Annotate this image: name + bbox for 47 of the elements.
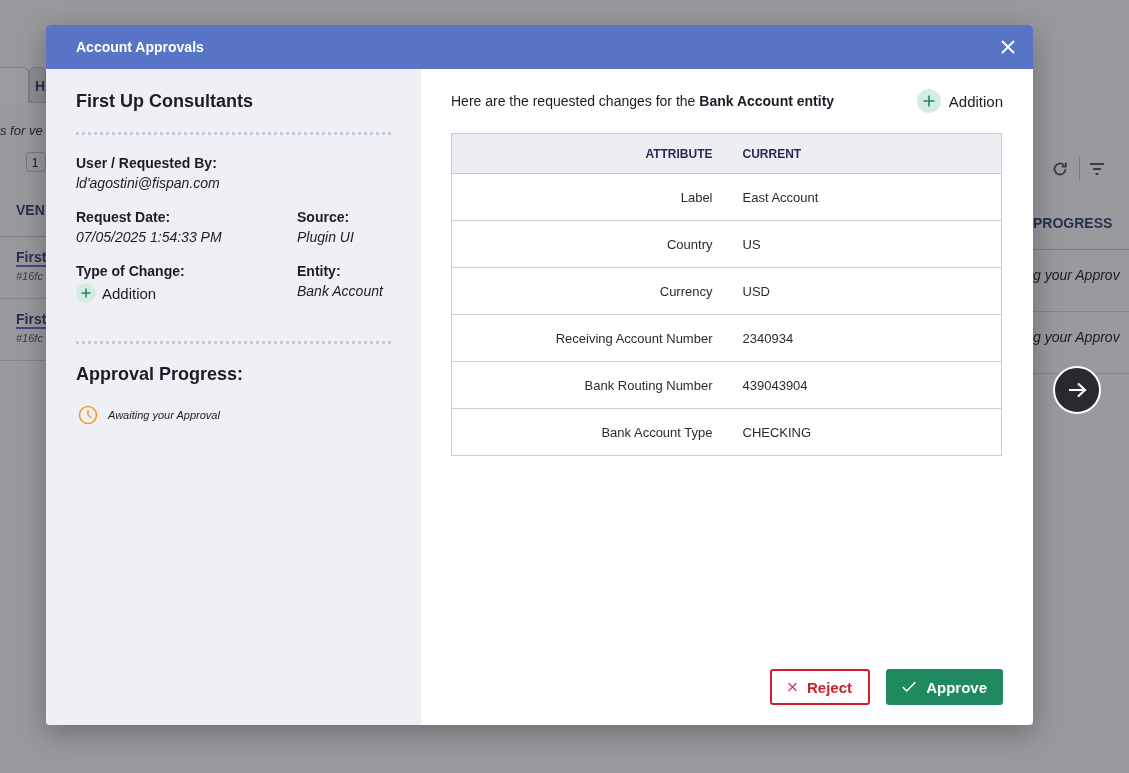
attribute-cell: Bank Account Type: [451, 408, 727, 456]
next-button[interactable]: [1053, 366, 1101, 414]
value-cell: USD: [726, 267, 1002, 315]
reject-button[interactable]: Reject: [770, 669, 870, 705]
field-value: ld'agostini@fispan.com: [76, 175, 221, 191]
attribute-cell: Bank Routing Number: [451, 361, 727, 409]
plus-icon: [916, 89, 941, 113]
approve-button[interactable]: Approve: [886, 669, 1003, 705]
attribute-cell: Currency: [451, 267, 727, 315]
attribute-cell: Label: [451, 173, 727, 221]
value-cell: CHECKING: [726, 408, 1002, 456]
refresh-icon[interactable]: [1051, 160, 1069, 178]
field-label: User / Requested By:: [76, 155, 218, 171]
attribute-cell: Receiving Account Number: [451, 314, 727, 362]
value-cell: US: [726, 220, 1002, 268]
step-status: Awaiting your Approval: [108, 409, 220, 421]
field-label: Source:: [297, 209, 351, 225]
column-header: ATTRIBUTE: [451, 133, 727, 174]
vendor-id: #16fc: [16, 332, 44, 344]
progress-text: g your Approv: [1033, 329, 1121, 345]
field-value: Bank Account: [297, 283, 385, 299]
filter-icon[interactable]: [1090, 162, 1104, 176]
change-type: Addition: [948, 92, 1003, 110]
column-header: CURRENT: [726, 133, 1002, 174]
cross-icon: [788, 680, 797, 694]
change-type: Addition: [102, 284, 157, 302]
value-cell: 439043904: [726, 361, 1002, 409]
page-subtitle: s for ve: [0, 123, 44, 138]
close-button[interactable]: [1001, 40, 1015, 54]
intro-text: Here are the requested changes for the Bank Account entity: [451, 93, 835, 109]
progress-text: g your Approv: [1033, 267, 1121, 283]
company-name: First Up Consultants: [76, 91, 254, 112]
field-label: Entity:: [297, 263, 342, 279]
section-title: Approval Progress:: [76, 364, 245, 385]
field-value: 07/05/2025 1:54:33 PM: [76, 229, 223, 245]
clock-icon: [78, 405, 98, 425]
plus-icon: [76, 283, 96, 303]
value-cell: East Account: [726, 173, 1002, 221]
tab[interactable]: H: [28, 67, 46, 103]
checkmark-icon: [902, 680, 917, 694]
modal-title: Account Approvals: [76, 39, 204, 55]
field-value: Plugin UI: [297, 229, 355, 245]
attribute-cell: Country: [451, 220, 727, 268]
field-label: Type of Change:: [76, 263, 186, 279]
value-cell: 2340934: [726, 314, 1002, 362]
field-label: Request Date:: [76, 209, 172, 225]
vendor-id: #16fc: [16, 270, 44, 282]
